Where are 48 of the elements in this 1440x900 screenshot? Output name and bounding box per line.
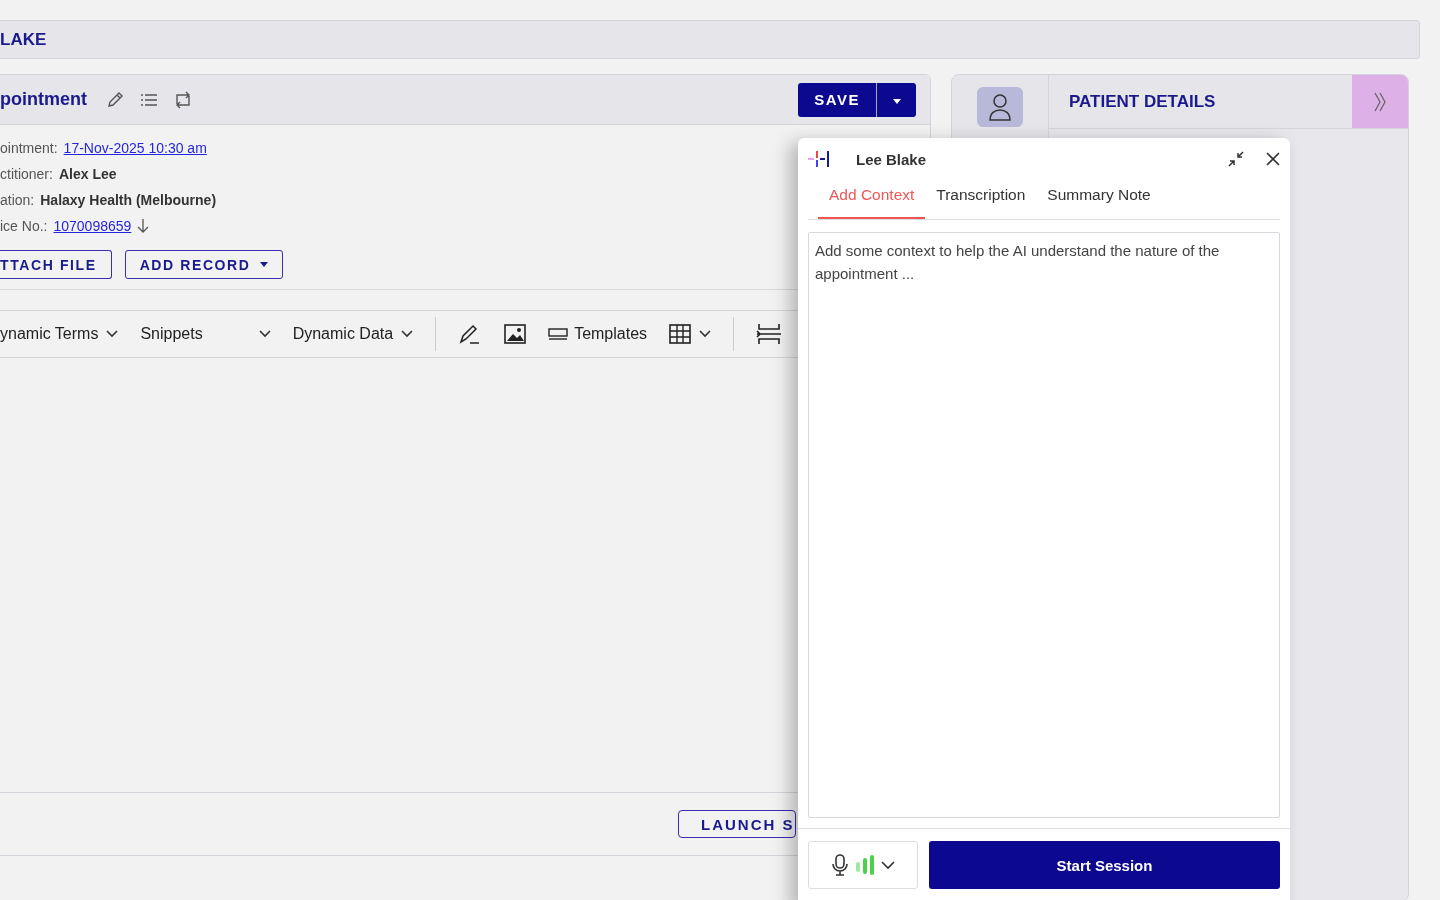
context-field[interactable]: Add some context to help the AI understand the nature of the appointment ... [808, 232, 1280, 818]
page-break-icon[interactable] [756, 322, 783, 346]
dialog-tab[interactable]: Add Context [818, 180, 926, 219]
caret-icon [892, 99, 901, 104]
templates-button[interactable]: Templates [548, 325, 648, 343]
field-value: Alex Lee [58, 166, 117, 182]
toolbar-dropdown[interactable]: Dynamic Data [292, 325, 414, 343]
repeat-icon[interactable] [173, 89, 193, 110]
add-record-button[interactable]: ADD RECORD [124, 250, 283, 279]
save-options-button[interactable] [876, 82, 916, 117]
microphone-button[interactable] [808, 841, 918, 889]
double-chevron-icon [1373, 90, 1387, 113]
minimize-icon[interactable] [1228, 151, 1244, 167]
chevron-down-icon [699, 330, 712, 338]
field-label: ointment: [0, 140, 58, 156]
download-icon[interactable] [137, 218, 150, 234]
field-label: ation: [0, 192, 35, 208]
chevron-down-icon [401, 330, 414, 338]
chevron-down-icon [881, 860, 895, 870]
dialog-tab[interactable]: Summary Note [1036, 180, 1162, 219]
appointment-title: pointment [0, 89, 87, 110]
logo-icon [808, 150, 830, 168]
field-link[interactable]: 1070098659 [53, 218, 132, 234]
chevron-down-icon [258, 330, 271, 338]
toolbar-dropdown[interactable]: Snippets [140, 325, 271, 343]
table-icon [669, 324, 692, 344]
dialog-tab[interactable]: Transcription [925, 180, 1037, 219]
field-link[interactable]: 17-Nov-2025 10:30 am [63, 140, 207, 156]
field-value: Halaxy Health (Melbourne) [40, 192, 217, 208]
caret-icon [259, 262, 268, 267]
microphone-icon [831, 854, 849, 876]
save-button[interactable]: SAVE [798, 82, 876, 117]
attach-file-button[interactable]: TTACH FILE [0, 250, 112, 279]
dialog-title: Lee Blake [856, 150, 927, 168]
image-icon[interactable] [504, 324, 527, 344]
launch-button[interactable]: LAUNCH S [678, 810, 796, 838]
start-session-button[interactable]: Start Session [929, 841, 1280, 889]
field-label: ctitioner: [0, 166, 53, 182]
patient-name: LAKE [0, 29, 47, 50]
audio-level-icon [855, 854, 875, 876]
field-label: ice No.: [0, 218, 48, 234]
close-icon[interactable] [1266, 152, 1280, 166]
table-button[interactable] [669, 324, 712, 344]
chevron-down-icon [106, 330, 119, 338]
template-icon [548, 327, 569, 341]
toolbar-dropdown[interactable]: ynamic Terms [0, 325, 119, 343]
panel-title: PATIENT DETAILS [1069, 91, 1217, 112]
patient-avatar-icon[interactable] [977, 87, 1023, 127]
